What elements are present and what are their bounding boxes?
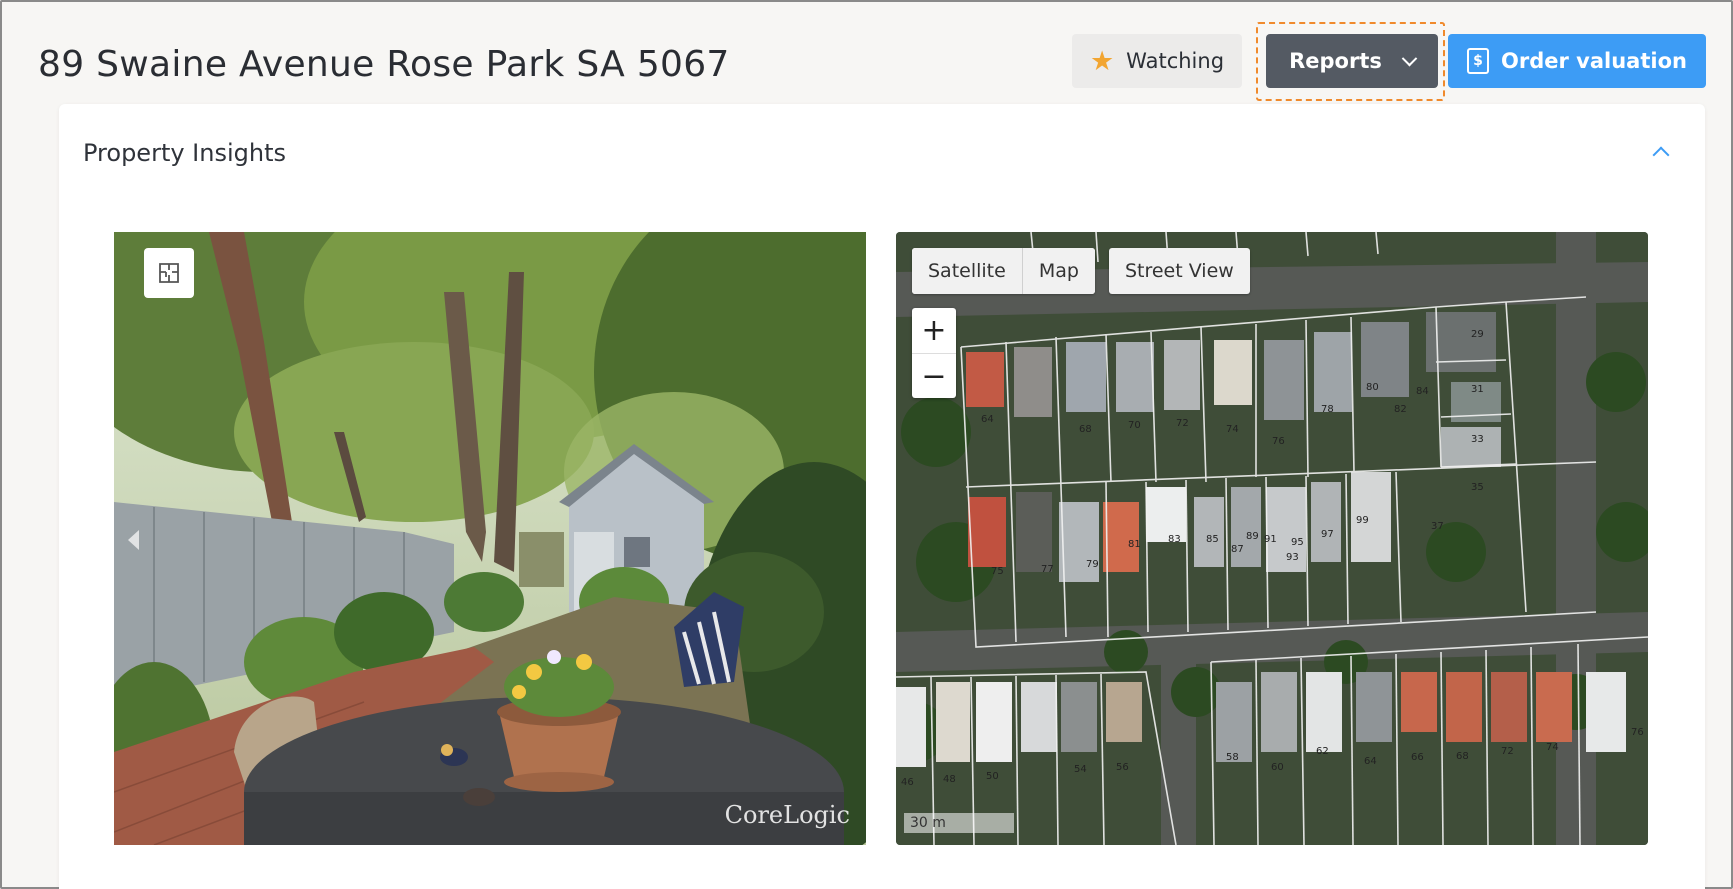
- lot-label: 82: [1394, 404, 1407, 415]
- lot-label: 85: [1206, 534, 1219, 545]
- chevron-down-icon: [1401, 50, 1418, 66]
- street-view-button[interactable]: Street View: [1108, 248, 1250, 294]
- section-title: Property Insights: [83, 139, 287, 167]
- map-option[interactable]: Map: [1021, 248, 1095, 294]
- lot-label: 62: [1316, 746, 1329, 757]
- lot-label: 37: [1431, 521, 1444, 532]
- lot-label: 70: [1128, 420, 1141, 431]
- reports-dropdown-button[interactable]: Reports: [1266, 34, 1438, 88]
- arrow-left-icon[interactable]: [128, 530, 139, 550]
- reports-label: Reports: [1289, 49, 1382, 73]
- lot-label: 84: [1416, 386, 1429, 397]
- zoom-in-button[interactable]: +: [912, 308, 956, 353]
- page-title: 89 Swaine Avenue Rose Park SA 5067: [38, 44, 730, 85]
- order-valuation-label: Order valuation: [1501, 49, 1687, 73]
- property-photo[interactable]: CoreLogic: [114, 232, 866, 845]
- lot-label: 79: [1086, 559, 1099, 570]
- map-type-controls: Satellite Map Street View: [912, 248, 1250, 294]
- lot-label: 80: [1366, 382, 1379, 393]
- garden-photo-illustration: [114, 232, 866, 845]
- lot-label: 81: [1128, 539, 1141, 550]
- lot-label: 66: [1411, 752, 1424, 763]
- lot-label: 58: [1226, 752, 1239, 763]
- watching-label: Watching: [1126, 49, 1225, 73]
- lot-label: 76: [1631, 727, 1644, 738]
- satellite-map-illustration: 29 31 33 35 37 64 68 70 72 74 76 78 80 8…: [896, 232, 1648, 845]
- lot-label: 75: [991, 566, 1004, 577]
- lot-label: 91: [1264, 534, 1277, 545]
- lot-label: 72: [1176, 418, 1189, 429]
- lot-label: 33: [1471, 434, 1484, 445]
- floorplan-icon: [159, 263, 179, 283]
- lot-label: 87: [1231, 544, 1244, 555]
- lot-label: 74: [1226, 424, 1239, 435]
- lot-label: 77: [1041, 564, 1054, 575]
- dollar-glyph: $: [1473, 53, 1483, 69]
- lot-label: 89: [1246, 531, 1259, 542]
- lot-label: 78: [1321, 404, 1334, 415]
- lot-label: 68: [1456, 751, 1469, 762]
- lot-label: 64: [1364, 756, 1377, 767]
- lot-label: 97: [1321, 529, 1334, 540]
- lot-label: 95: [1291, 537, 1304, 548]
- photo-watermark: CoreLogic: [724, 801, 850, 829]
- lot-label: 83: [1168, 534, 1181, 545]
- lot-label: 93: [1286, 552, 1299, 563]
- zoom-control: + −: [912, 308, 956, 398]
- lot-label: 46: [901, 777, 914, 788]
- lot-label: 68: [1079, 424, 1092, 435]
- chevron-up-icon[interactable]: [1652, 146, 1670, 164]
- floorplan-button[interactable]: [144, 248, 194, 298]
- zoom-out-button[interactable]: −: [912, 353, 956, 398]
- lot-label: 50: [986, 771, 999, 782]
- lot-label: 64: [981, 414, 994, 425]
- lot-label: 48: [943, 774, 956, 785]
- lot-label: 29: [1471, 329, 1484, 340]
- map-scale-bar: 30 m: [904, 813, 1014, 833]
- document-dollar-icon: $: [1467, 48, 1490, 74]
- star-icon: ★: [1089, 45, 1115, 77]
- lot-label: 54: [1074, 764, 1087, 775]
- lot-label: 35: [1471, 482, 1484, 493]
- order-valuation-button[interactable]: $ Order valuation: [1448, 34, 1706, 88]
- map-type-toggle: Satellite Map: [912, 248, 1095, 294]
- lot-label: 72: [1501, 746, 1514, 757]
- watching-button[interactable]: ★ Watching: [1072, 34, 1242, 88]
- lot-label: 76: [1272, 436, 1285, 447]
- lot-label: 99: [1356, 515, 1369, 526]
- satellite-map[interactable]: 29 31 33 35 37 64 68 70 72 74 76 78 80 8…: [896, 232, 1648, 845]
- satellite-option[interactable]: Satellite: [912, 248, 1022, 294]
- lot-label: 56: [1116, 762, 1129, 773]
- lot-label: 74: [1546, 742, 1559, 753]
- lot-label: 60: [1271, 762, 1284, 773]
- lot-label: 31: [1471, 384, 1484, 395]
